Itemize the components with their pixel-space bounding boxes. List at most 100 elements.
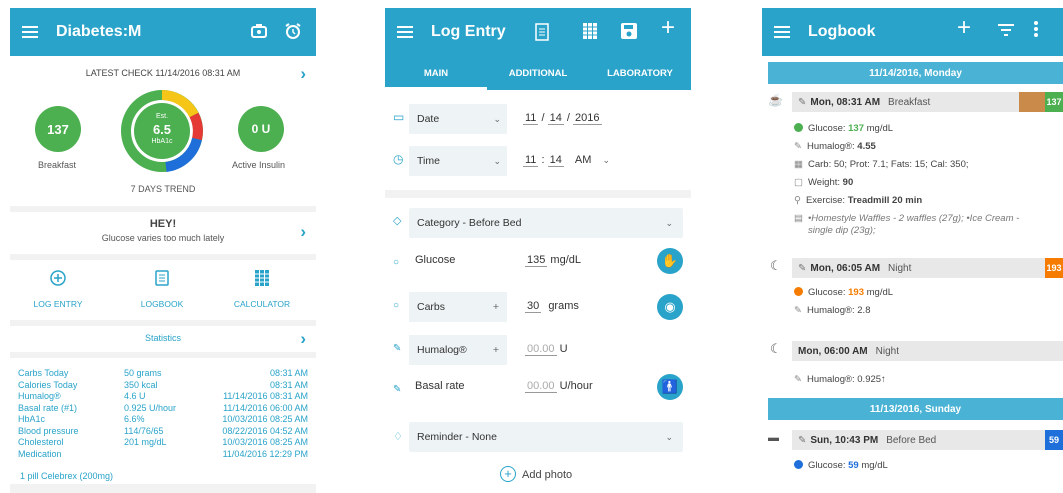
- tab-bar: MAIN ADDITIONAL LABORATORY: [385, 56, 691, 90]
- log-entry-screen: Log Entry + MAIN ADDITIONAL LABORATORY ▭…: [385, 8, 691, 493]
- date-month[interactable]: 11: [523, 112, 539, 125]
- humalog-field[interactable]: Humalog® +: [409, 335, 507, 365]
- entry-category: Night: [875, 345, 899, 357]
- basal-value[interactable]: 00.00: [525, 380, 557, 393]
- entry-details: Glucose: 193 mg/dL ✎ Humalog®: 2.8: [794, 284, 1063, 320]
- stat-row: Carbs Today 50 grams 08:31 AM: [10, 368, 316, 380]
- date-day[interactable]: 14: [547, 112, 564, 125]
- humalog-input[interactable]: 00.00 U: [525, 343, 691, 356]
- stat-time: 11/04/2016 12:29 PM: [222, 448, 308, 459]
- chevron-right-icon[interactable]: ›: [300, 329, 306, 349]
- date-year[interactable]: 2016: [573, 112, 602, 125]
- time-field[interactable]: Time ⌄: [409, 146, 507, 176]
- bed-icon: ▬: [768, 432, 779, 444]
- tag-icon: ◇: [393, 215, 402, 227]
- person-icon[interactable]: 🚹: [657, 374, 683, 400]
- active-insulin-circle: 0 U: [238, 106, 284, 152]
- chevron-down-icon[interactable]: ⌄: [602, 155, 610, 165]
- plus-icon[interactable]: +: [493, 344, 499, 356]
- exercise-line: ⚲ Exercise: Treadmill 20 min: [794, 195, 923, 206]
- carbs-value[interactable]: 30: [525, 300, 542, 313]
- stat-row: Blood pressure 114/76/65 08/22/2016 04:52 …: [10, 426, 316, 438]
- stat-label: Medication: [18, 448, 62, 459]
- time-value[interactable]: 11 : 14 AM ⌄: [523, 154, 691, 167]
- tab-laboratory[interactable]: LABORATORY: [589, 56, 691, 90]
- humalog-label: Humalog®: [417, 344, 467, 356]
- menu-icon[interactable]: [397, 26, 413, 38]
- edit-icon[interactable]: ✎: [798, 435, 806, 446]
- calculator-icon[interactable]: [583, 23, 597, 42]
- chevron-down-icon: ⌄: [665, 431, 673, 442]
- tab-additional[interactable]: ADDITIONAL: [487, 56, 589, 90]
- drop-icon: ○: [393, 257, 400, 268]
- carbs-label: Carbs: [417, 301, 446, 313]
- stat-row: Basal rate (#1) 0.925 U/hour 11/14/2016 06…: [10, 403, 316, 415]
- screen-title: Log Entry: [431, 23, 506, 40]
- glucose-unit: mg/dL: [550, 254, 581, 266]
- time-ampm[interactable]: AM: [575, 154, 592, 166]
- save-icon[interactable]: [621, 23, 637, 42]
- chevron-down-icon: ⌄: [665, 217, 673, 228]
- edit-icon[interactable]: ✎: [798, 263, 806, 274]
- syringe-icon: ✎: [794, 141, 802, 152]
- filter-icon[interactable]: [998, 22, 1014, 40]
- calculator-button[interactable]: CALCULATOR: [232, 270, 292, 309]
- medication-detail: 1 pill Celebrex (200mg): [20, 471, 114, 481]
- category-select[interactable]: Category - Before Bed ⌄: [409, 208, 683, 238]
- log-entry-button[interactable]: LOG ENTRY: [28, 270, 88, 309]
- latest-check-card[interactable]: LATEST CHECK 11/14/2016 08:31 AM › 137 B…: [10, 56, 316, 206]
- entry-category: Breakfast: [888, 96, 931, 108]
- date-field[interactable]: Date ⌄: [409, 104, 507, 134]
- hey-text: Glucose varies too much lately: [101, 233, 225, 243]
- sync-device-icon[interactable]: [250, 22, 270, 43]
- stat-time: 08:31 AM: [269, 379, 308, 390]
- chevron-right-icon[interactable]: ›: [300, 222, 306, 242]
- date-value[interactable]: 11 / 14 / 2016: [523, 112, 691, 125]
- chevron-right-icon[interactable]: ›: [300, 64, 306, 84]
- humalog-line: ✎ Humalog®: 2.8: [794, 305, 871, 316]
- hand-icon[interactable]: ✋: [657, 248, 683, 274]
- notes-line: ▤ •Homestyle Waffles - 2 waffles (27g); •…: [794, 213, 1020, 236]
- humalog-value[interactable]: 00.00: [525, 343, 557, 356]
- entry-header[interactable]: ✎ Mon, 08:31 AM Breakfast 137: [792, 92, 1063, 112]
- notes-icon[interactable]: [535, 23, 549, 44]
- more-vert-icon[interactable]: [1034, 21, 1038, 40]
- reminder-select[interactable]: Reminder - None ⌄: [409, 422, 683, 452]
- entry-header[interactable]: ✎ Sun, 10:43 PM Before Bed 59: [792, 430, 1063, 450]
- add-icon[interactable]: +: [661, 16, 675, 40]
- app-bar: Logbook +: [762, 8, 1063, 56]
- glucose-dot: [794, 123, 803, 132]
- humalog-line: ✎ Humalog®: 4.55: [794, 141, 876, 152]
- add-photo-button[interactable]: + Add photo: [500, 466, 572, 482]
- add-icon[interactable]: +: [957, 16, 971, 40]
- edit-icon[interactable]: ✎: [798, 97, 806, 108]
- reminder-label: Reminder - None: [417, 431, 497, 443]
- glucose-value[interactable]: 135: [525, 254, 548, 267]
- main-form: ▭ Date ⌄ 11 / 14 / 2016 ◷ Time ⌄ 11 : 14 A…: [385, 90, 691, 490]
- menu-icon[interactable]: [22, 26, 38, 38]
- log-entry-label: LOG ENTRY: [33, 299, 83, 309]
- statistics-header[interactable]: Statistics ›: [10, 326, 316, 352]
- alarm-icon[interactable]: [284, 22, 302, 43]
- entry-header[interactable]: ✎ Mon, 06:05 AM Night 193: [792, 258, 1063, 278]
- logbook-icon: [155, 270, 169, 286]
- dashboard-screen: Diabetes:M LATEST CHECK 11/14/2016 08:31…: [10, 8, 316, 493]
- stat-row: Cholesterol 201 mg/dL 10/03/2016 08:25 AM: [10, 437, 316, 449]
- carbs-field[interactable]: Carbs +: [409, 292, 507, 322]
- hey-card[interactable]: HEY! Glucose varies too much lately ›: [10, 212, 316, 254]
- food-photo-thumbnail[interactable]: [1019, 92, 1045, 112]
- tab-main[interactable]: MAIN: [385, 56, 487, 90]
- time-label: Time: [417, 155, 440, 167]
- menu-icon[interactable]: [774, 26, 790, 38]
- plus-icon[interactable]: +: [493, 301, 499, 313]
- food-plate-icon[interactable]: ◉: [657, 294, 683, 320]
- time-minute[interactable]: 14: [547, 154, 564, 167]
- syringe-icon: ✎: [794, 305, 802, 316]
- basal-unit: U/hour: [559, 380, 593, 392]
- stat-label: Humalog®: [18, 391, 61, 401]
- day-header: 11/14/2016, Monday: [768, 62, 1063, 84]
- entry-header[interactable]: Mon, 06:00 AM Night: [792, 341, 1063, 361]
- logbook-button[interactable]: LOGBOOK: [132, 270, 192, 309]
- time-hour[interactable]: 11: [523, 154, 539, 167]
- scale-icon: ▢: [794, 177, 803, 188]
